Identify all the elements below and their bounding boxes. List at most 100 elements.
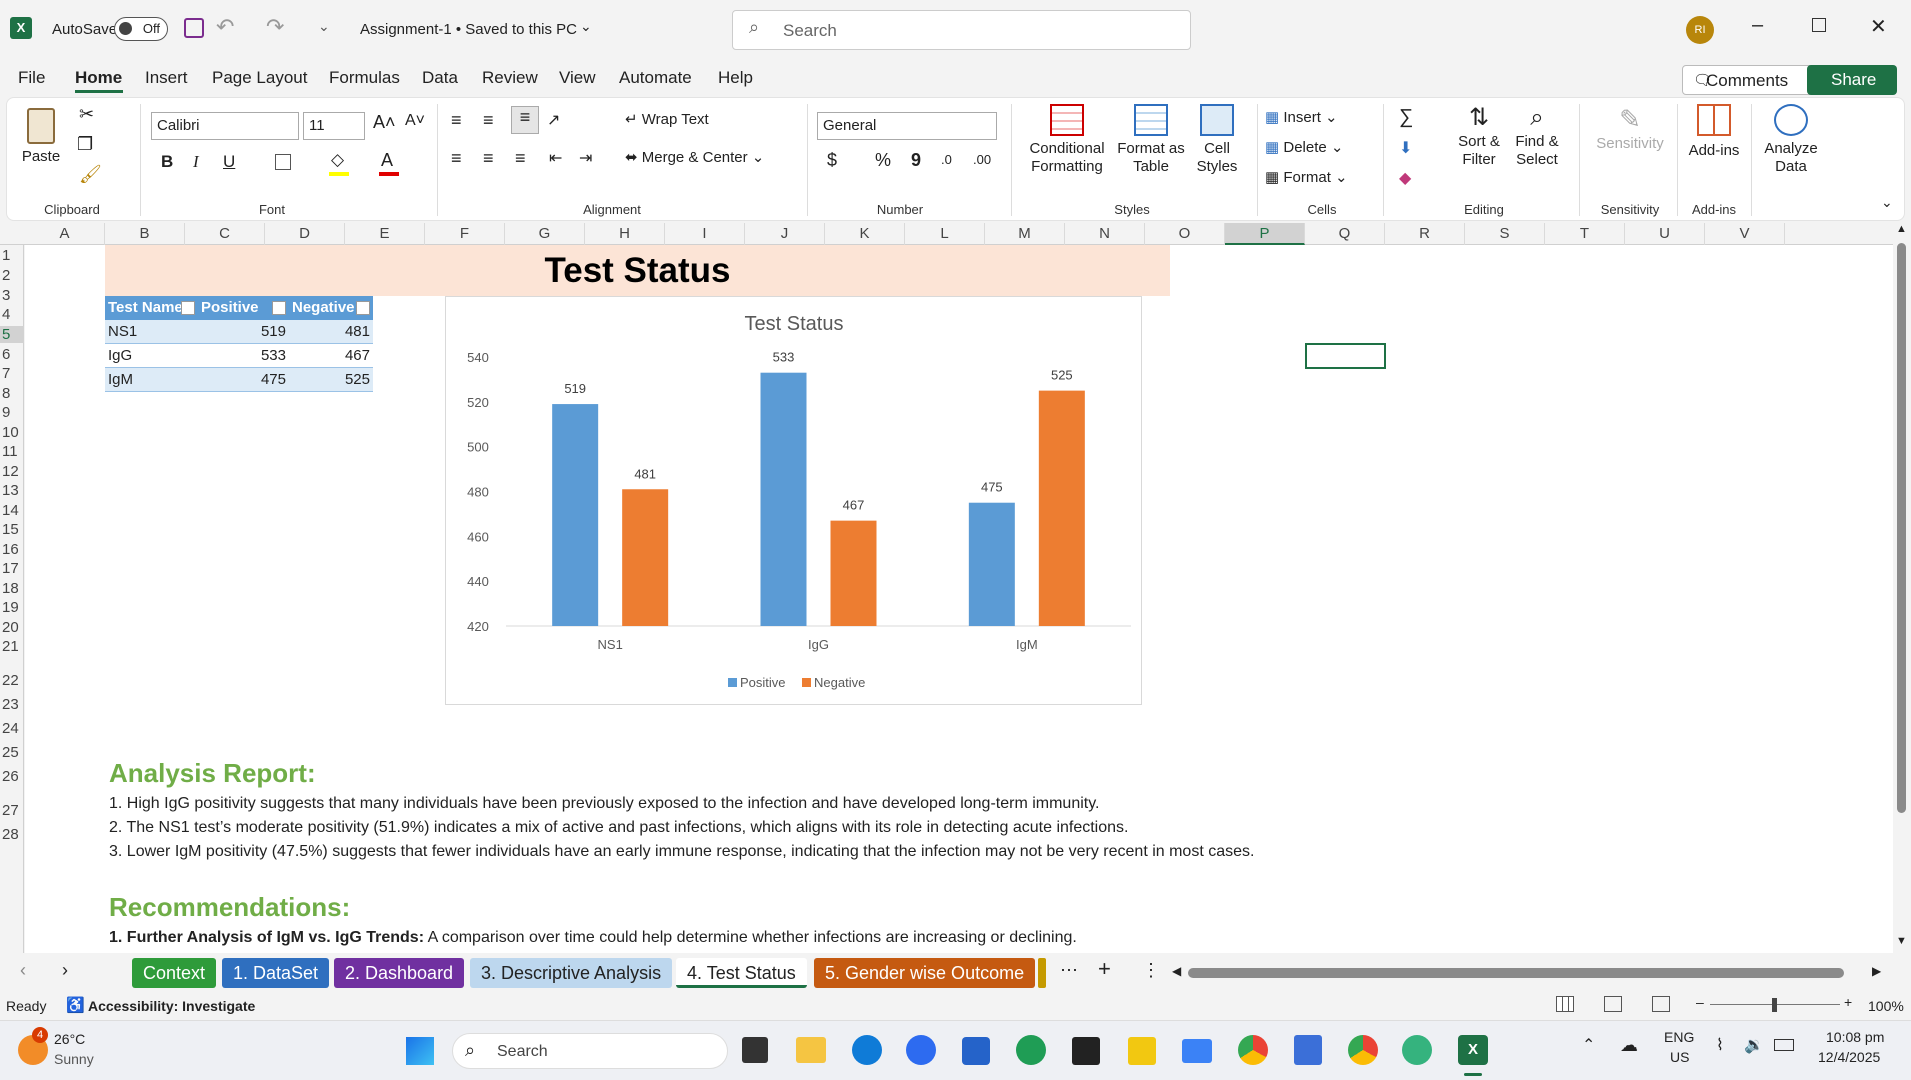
align-bottom-icon[interactable]: ≡	[511, 106, 539, 134]
decrease-indent-icon[interactable]: ⇤	[549, 148, 562, 168]
decrease-font-icon[interactable]: A˅	[405, 112, 425, 130]
sheet-tab[interactable]: 4. Test Status	[676, 958, 807, 988]
document-title[interactable]: Assignment-1 • Saved to this PC	[360, 21, 577, 38]
increase-indent-icon[interactable]: ⇥	[579, 148, 592, 168]
find-select-button[interactable]: ⌕ Find & Select	[1509, 104, 1565, 169]
bold-icon[interactable]: B	[161, 152, 173, 172]
table-cell[interactable]: 481	[289, 320, 373, 344]
font-size-select[interactable]: 11	[303, 112, 365, 140]
italic-icon[interactable]: I	[193, 152, 199, 172]
file-explorer-icon[interactable]	[796, 1037, 826, 1063]
column-header[interactable]: F	[425, 223, 505, 245]
insert-cells-button[interactable]: ▦ Insert ⌄	[1265, 108, 1338, 126]
column-header[interactable]: H	[585, 223, 665, 245]
format-cells-button[interactable]: ▦ Format ⌄	[1265, 168, 1348, 186]
format-as-table-button[interactable]: Format as Table	[1115, 104, 1187, 176]
column-header[interactable]: U	[1625, 223, 1705, 245]
row-header[interactable]: 11	[0, 443, 24, 460]
column-header[interactable]: V	[1705, 223, 1785, 245]
normal-view-icon[interactable]	[1556, 996, 1574, 1012]
add-ins-button[interactable]: Add-ins	[1681, 104, 1747, 160]
column-header[interactable]: J	[745, 223, 825, 245]
chevron-down-icon[interactable]: ⌄	[580, 18, 592, 35]
column-header[interactable]: A	[25, 223, 105, 245]
align-top-icon[interactable]: ≡	[451, 110, 462, 131]
sheet-tab[interactable]: Context	[132, 958, 217, 988]
zoom-slider-thumb[interactable]	[1772, 998, 1777, 1012]
sheet-tab[interactable]: 1. DataSet	[222, 958, 330, 988]
table-cell[interactable]: 533	[198, 344, 289, 368]
vertical-scrollbar[interactable]: ▲ ▼	[1893, 223, 1911, 953]
row-header[interactable]: 28	[0, 826, 24, 843]
row-header[interactable]: 16	[0, 541, 24, 558]
row-header[interactable]: 15	[0, 521, 24, 538]
menu-home[interactable]: Home	[75, 68, 122, 88]
increase-font-icon[interactable]: A˄	[373, 112, 396, 133]
wifi-icon[interactable]: ⌇	[1716, 1035, 1724, 1055]
excel-taskbar-icon[interactable]: X	[1458, 1035, 1488, 1065]
menu-data[interactable]: Data	[422, 68, 458, 88]
row-header[interactable]: 22	[0, 672, 24, 689]
delete-cells-button[interactable]: ▦ Delete ⌄	[1265, 138, 1343, 156]
menu-automate[interactable]: Automate	[619, 68, 692, 88]
row-header[interactable]: 4	[0, 306, 24, 323]
row-header[interactable]: 21	[0, 638, 24, 655]
sheet-tab[interactable]: 2. Dashboard	[334, 958, 465, 988]
row-header[interactable]: 2	[0, 267, 24, 284]
filter-dropdown-icon[interactable]	[272, 301, 286, 315]
zoom-out-icon[interactable]: –	[1696, 994, 1704, 1010]
increase-decimal-icon[interactable]: .0	[941, 152, 952, 167]
column-header[interactable]: B	[105, 223, 185, 245]
orientation-icon[interactable]: ↗	[547, 110, 560, 130]
close-icon[interactable]: ✕	[1870, 14, 1887, 39]
edge-icon[interactable]	[852, 1035, 882, 1065]
clear-icon[interactable]: ◆	[1399, 168, 1411, 188]
hscroll-right-icon[interactable]: ▶	[1872, 964, 1881, 978]
language-code[interactable]: ENG	[1664, 1029, 1694, 1045]
power-bi-icon[interactable]	[1128, 1037, 1156, 1065]
zoom-in-icon[interactable]: +	[1844, 994, 1852, 1010]
align-left-icon[interactable]: ≡	[451, 148, 462, 169]
sensitivity-button[interactable]: ✎ Sensitivity	[1589, 104, 1671, 153]
menu-view[interactable]: View	[559, 68, 596, 88]
column-header[interactable]: P	[1225, 223, 1305, 245]
wrap-text-button[interactable]: ↵ Wrap Text	[625, 110, 709, 128]
onedrive-icon[interactable]: ☁	[1620, 1035, 1638, 1056]
row-header[interactable]: 1	[0, 247, 24, 264]
autosave-toggle[interactable]: Off	[114, 17, 168, 41]
table-cell[interactable]: 519	[198, 320, 289, 344]
restore-icon[interactable]	[1812, 18, 1826, 32]
notepad-icon[interactable]	[1294, 1035, 1322, 1065]
redo-icon[interactable]: ↷	[266, 14, 284, 40]
battery-icon[interactable]	[1774, 1039, 1794, 1051]
row-header[interactable]: 27	[0, 802, 24, 819]
accessibility-icon[interactable]: ♿	[66, 996, 85, 1014]
conditional-formatting-button[interactable]: Conditional Formatting	[1019, 104, 1115, 176]
menu-review[interactable]: Review	[482, 68, 538, 88]
column-header[interactable]: C	[185, 223, 265, 245]
fill-icon[interactable]: ⬇	[1399, 138, 1412, 158]
menu-page-layout[interactable]: Page Layout	[212, 68, 307, 88]
row-header[interactable]: 13	[0, 482, 24, 499]
menu-insert[interactable]: Insert	[145, 68, 188, 88]
column-header[interactable]: L	[905, 223, 985, 245]
column-header[interactable]: E	[345, 223, 425, 245]
chrome-icon[interactable]	[1238, 1035, 1268, 1065]
menu-help[interactable]: Help	[718, 68, 753, 88]
search-box[interactable]: ⌕ Search	[732, 10, 1191, 50]
tab-scroll-right-icon[interactable]: ›	[62, 960, 68, 981]
scroll-up-icon[interactable]: ▲	[1896, 223, 1907, 235]
analyze-data-button[interactable]: Analyze Data	[1755, 104, 1827, 176]
paste-button[interactable]: Paste	[21, 108, 61, 166]
cell-styles-button[interactable]: Cell Styles	[1187, 104, 1247, 176]
row-header[interactable]: 3	[0, 287, 24, 304]
column-header[interactable]: I	[665, 223, 745, 245]
font-name-select[interactable]: Calibri	[151, 112, 299, 140]
clock-time[interactable]: 10:08 pm	[1826, 1029, 1884, 1045]
row-header[interactable]: 24	[0, 720, 24, 737]
table-cell[interactable]: NS1	[105, 320, 198, 344]
row-header[interactable]: 14	[0, 502, 24, 519]
column-header[interactable]: G	[505, 223, 585, 245]
column-header[interactable]: Q	[1305, 223, 1385, 245]
font-color-icon[interactable]: A	[381, 150, 393, 171]
